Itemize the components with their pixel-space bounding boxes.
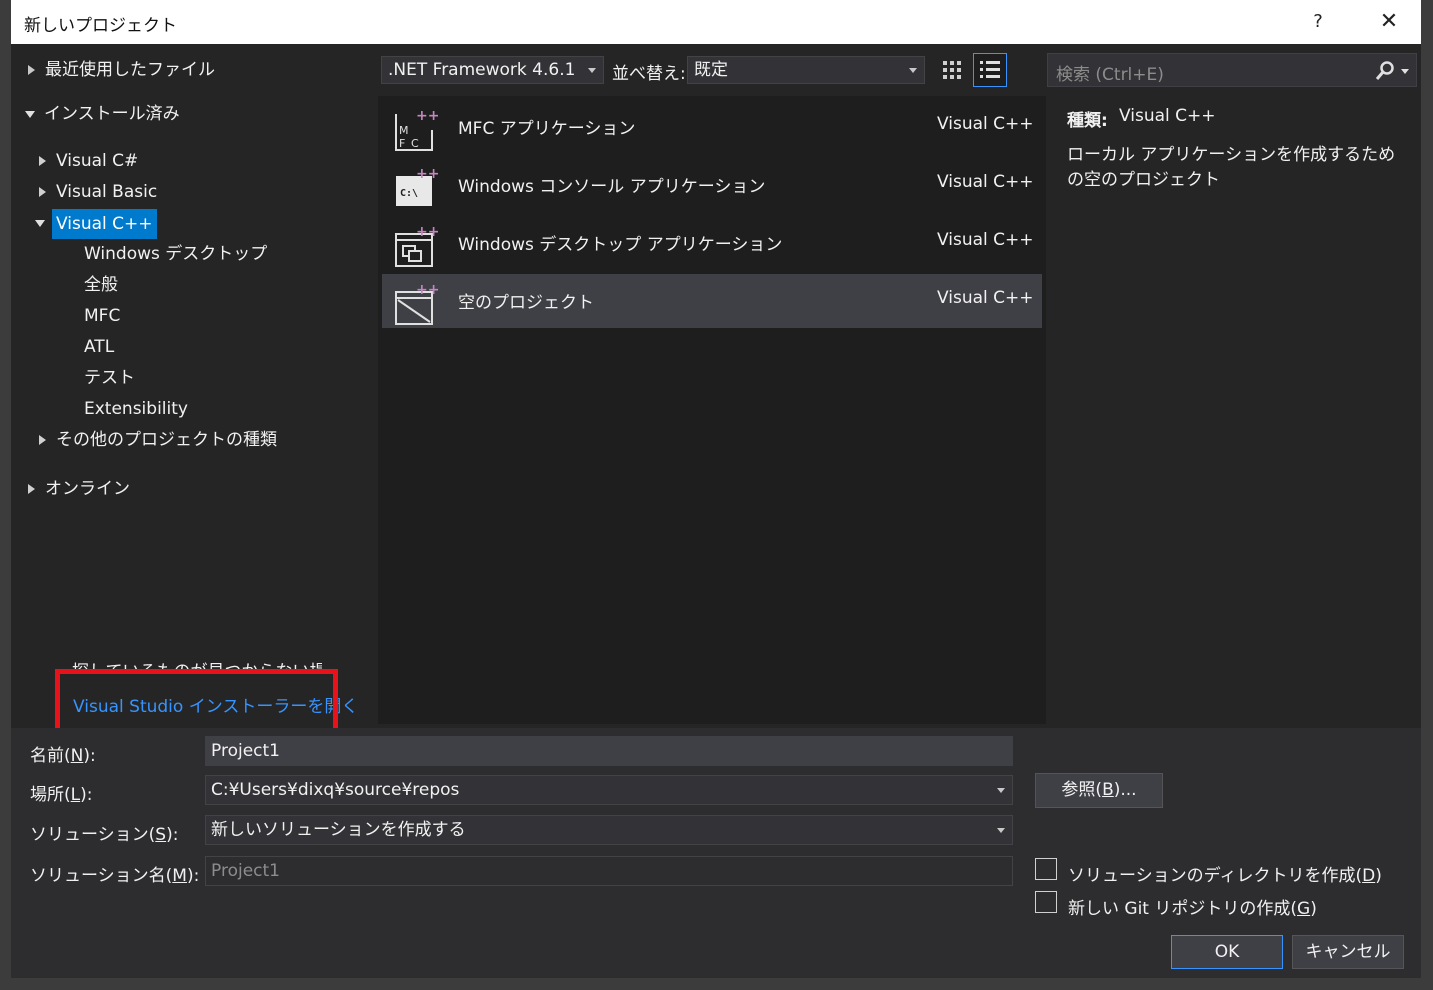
tree-node-label: Visual Basic bbox=[56, 182, 158, 202]
svg-text:++: ++ bbox=[416, 166, 438, 182]
template-name: Windows コンソール アプリケーション bbox=[458, 177, 766, 197]
search-box[interactable]: 検索 (Ctrl+E) bbox=[1047, 53, 1417, 87]
svg-text:++: ++ bbox=[416, 282, 438, 298]
svg-text:++: ++ bbox=[416, 224, 438, 240]
template-item[interactable]: ++ Windows デスクトップ アプリケーション Visual C++ bbox=[382, 216, 1042, 270]
template-item[interactable]: C:\ ++ Windows コンソール アプリケーション Visual C++ bbox=[382, 158, 1042, 212]
template-language: Visual C++ bbox=[937, 230, 1034, 250]
svg-text:F: F bbox=[399, 137, 405, 150]
template-name: 空のプロジェクト bbox=[458, 293, 594, 313]
search-input[interactable]: 検索 (Ctrl+E) bbox=[1056, 60, 1164, 85]
detail-type-value: Visual C++ bbox=[1119, 106, 1216, 126]
detail-description: ローカル アプリケーションを作成するための空のプロジェクト bbox=[1067, 145, 1396, 190]
framework-value: .NET Framework 4.6.1 bbox=[388, 60, 576, 80]
console-app-icon: C:\ ++ bbox=[396, 166, 438, 206]
location-combo[interactable]: C:¥Users¥dixq¥source¥repos bbox=[205, 775, 1013, 805]
chevron-down-icon bbox=[997, 788, 1005, 793]
solution-name-input[interactable]: Project1 bbox=[205, 856, 1013, 886]
tree-node-label: インストール済み bbox=[44, 104, 180, 124]
tree-node-label: Visual C++ bbox=[52, 209, 157, 239]
title-bar: 新しいプロジェクト ? ✕ bbox=[11, 0, 1421, 44]
collapse-arrow-icon[interactable] bbox=[25, 111, 35, 118]
empty-project-icon: ++ bbox=[395, 282, 438, 325]
grid-view-icon bbox=[943, 61, 961, 79]
sort-dropdown[interactable]: 既定 bbox=[687, 56, 925, 84]
template-name: Windows デスクトップ アプリケーション bbox=[458, 235, 783, 255]
expand-arrow-icon[interactable] bbox=[39, 187, 46, 197]
svg-text:M: M bbox=[399, 124, 409, 137]
create-directory-checkbox[interactable] bbox=[1035, 858, 1057, 880]
tree-node-mfc[interactable]: MFC bbox=[84, 303, 120, 329]
detail-type-label: 種類: bbox=[1067, 111, 1108, 131]
expand-arrow-icon[interactable] bbox=[28, 65, 35, 75]
template-language: Visual C++ bbox=[937, 114, 1034, 134]
template-language: Visual C++ bbox=[937, 288, 1034, 308]
tree-node-label: Visual C# bbox=[56, 151, 139, 171]
window-frame-left bbox=[0, 0, 11, 990]
list-view-icon bbox=[980, 61, 1000, 78]
expand-arrow-icon[interactable] bbox=[39, 156, 46, 166]
template-list: M F C ++ MFC アプリケーション Visual C++ C:\ ++ … bbox=[378, 96, 1046, 724]
list-view-button[interactable] bbox=[973, 53, 1007, 87]
solution-combo[interactable]: 新しいソリューションを作成する bbox=[205, 815, 1013, 845]
window-frame-right bbox=[1421, 0, 1433, 990]
expand-arrow-icon[interactable] bbox=[39, 435, 46, 445]
chevron-down-icon bbox=[588, 68, 596, 73]
svg-text:C: C bbox=[411, 137, 419, 150]
chevron-down-icon bbox=[909, 68, 917, 73]
tree-node-extensibility[interactable]: Extensibility bbox=[84, 396, 188, 422]
tree-node-label: その他のプロジェクトの種類 bbox=[56, 430, 277, 450]
location-label: 場所(L): bbox=[30, 785, 93, 805]
tree-node-label: オンライン bbox=[45, 479, 130, 499]
create-directory-label: ソリューションのディレクトリを作成(D) bbox=[1068, 866, 1382, 886]
template-item-selected[interactable]: ++ 空のプロジェクト Visual C++ bbox=[382, 274, 1042, 328]
name-label: 名前(N): bbox=[30, 746, 96, 766]
svg-text:++: ++ bbox=[416, 108, 438, 124]
tree-node-label: 最近使用したファイル bbox=[45, 60, 215, 80]
collapse-arrow-icon[interactable] bbox=[35, 220, 45, 227]
cancel-button[interactable]: キャンセル bbox=[1292, 935, 1404, 969]
template-item[interactable]: M F C ++ MFC アプリケーション Visual C++ bbox=[382, 100, 1042, 154]
window-frame-bottom bbox=[0, 978, 1433, 990]
create-git-repo-checkbox[interactable] bbox=[1035, 891, 1057, 913]
expand-arrow-icon[interactable] bbox=[28, 484, 35, 494]
ok-button[interactable]: OK bbox=[1171, 935, 1283, 969]
close-button[interactable]: ✕ bbox=[1373, 6, 1405, 38]
create-git-repo-label: 新しい Git リポジトリの作成(G) bbox=[1068, 899, 1317, 919]
tree-node-atl[interactable]: ATL bbox=[84, 334, 114, 360]
solution-name-label: ソリューション名(M): bbox=[30, 866, 200, 886]
name-input[interactable]: Project1 bbox=[205, 736, 1013, 766]
browse-button[interactable]: 参照(B)... bbox=[1035, 773, 1163, 808]
help-button[interactable]: ? bbox=[1304, 8, 1332, 36]
search-icon[interactable] bbox=[1374, 60, 1396, 82]
solution-label: ソリューション(S): bbox=[30, 825, 179, 845]
framework-dropdown[interactable]: .NET Framework 4.6.1 bbox=[381, 56, 604, 84]
sort-label: 並べ替え: bbox=[612, 64, 686, 84]
tree-node-windows-desktop[interactable]: Windows デスクトップ bbox=[84, 241, 267, 267]
search-options-icon[interactable] bbox=[1401, 69, 1409, 74]
desktop-app-icon: ++ bbox=[395, 224, 438, 267]
window-title: 新しいプロジェクト bbox=[24, 16, 177, 36]
solution-value: 新しいソリューションを作成する bbox=[211, 820, 466, 840]
tree-node-test[interactable]: テスト bbox=[84, 365, 135, 391]
mfc-app-icon: M F C ++ bbox=[395, 108, 438, 151]
location-value: C:¥Users¥dixq¥source¥repos bbox=[211, 780, 460, 800]
svg-text:C:\: C:\ bbox=[400, 188, 418, 199]
sort-value: 既定 bbox=[694, 60, 728, 80]
chevron-down-icon bbox=[997, 828, 1005, 833]
grid-view-button[interactable] bbox=[938, 56, 966, 84]
template-name: MFC アプリケーション bbox=[458, 119, 636, 139]
tree-node-general[interactable]: 全般 bbox=[84, 272, 118, 298]
template-language: Visual C++ bbox=[937, 172, 1034, 192]
